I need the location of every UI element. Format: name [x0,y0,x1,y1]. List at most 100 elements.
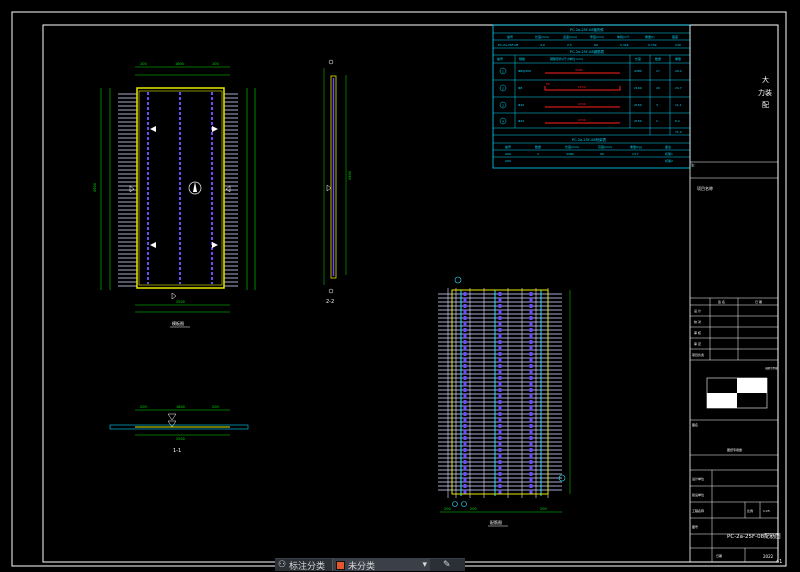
svg-text:桁架2: 桁架2 [665,158,673,163]
svg-text:4380: 4380 [566,152,574,156]
svg-text:200: 200 [212,62,219,66]
svg-text:Φ12: Φ12 [518,119,524,123]
svg-text:备注: 备注 [665,144,671,149]
title-block[interactable]: 大 力装 配 注： 项目名称 签 名 日 期 设 计 校 对 审 核 审 定 项… [689,25,781,562]
svg-text:重量(kg): 重量(kg) [630,144,642,149]
svg-text:6.2: 6.2 [675,119,680,123]
svg-text:日期: 日期 [716,553,722,558]
svg-text:长度(mm): 长度(mm) [535,34,549,39]
section-1-1-view[interactable]: 200 1800 200 2500 1-1 [109,405,249,454]
svg-text:1:25: 1:25 [763,509,770,513]
svg-text:0.326: 0.326 [620,43,629,47]
svg-text:比例: 比例 [747,508,753,513]
svg-text:11.1: 11.1 [675,103,682,107]
svg-text:Φ8: Φ8 [518,86,522,90]
svg-text:71.4: 71.4 [675,130,682,134]
svg-text:设 计: 设 计 [694,308,701,313]
svg-text:2.5: 2.5 [567,43,572,47]
layer-dropdown[interactable]: 未分类 ▾ [331,559,430,572]
plan-view[interactable]: 200 1800 200 4900 2500 模板图 [93,62,256,328]
section-1-1-caption: 1-1 [173,448,181,454]
rebar-table-title: PC-2a-25F-08钢筋表 [570,49,605,54]
svg-text:A90: A90 [505,152,511,156]
page-number: 41 [776,559,782,565]
svg-text:3: 3 [656,103,658,107]
svg-text:200: 200 [470,507,477,511]
svg-text:宽度(mm): 宽度(mm) [563,34,577,39]
cad-drawing-canvas[interactable]: 41 200 1800 200 4900 2500 模板图 4900 2-2 2… [0,0,800,570]
svg-text:数量: 数量 [535,144,541,149]
svg-text:厚度(mm): 厚度(mm) [590,34,604,39]
edit-pen-icon[interactable]: ✎ [440,559,454,571]
rebar-view-caption: 配筋图 [490,519,502,525]
svg-text:体积(m³): 体积(m³) [617,34,629,39]
notes-label: 注： [691,162,697,167]
svg-text:强度: 强度 [672,34,678,39]
svg-text:审 定: 审 定 [694,341,701,346]
svg-text:1800: 1800 [175,62,184,66]
company-name-3: 配 [762,101,769,109]
svg-text:编号: 编号 [507,34,513,39]
svg-text:200: 200 [140,62,147,66]
svg-text:日 期: 日 期 [755,299,762,304]
svg-text:签 名: 签 名 [718,299,725,304]
svg-text:校 对: 校 对 [694,319,701,324]
svg-text:17: 17 [656,69,660,73]
svg-text:图名: 图名 [692,422,698,427]
svg-text:3: 3 [502,104,504,108]
svg-text:29: 29 [656,86,660,90]
svg-text:项目负责: 项目负责 [692,352,704,357]
drawing-code: PC-2a-25F-08配筋图 [727,532,781,540]
svg-text:Φ8@200: Φ8@200 [518,69,531,73]
section-2-2-caption: 2-2 [326,299,334,305]
svg-text:桁架1: 桁架1 [665,151,673,156]
svg-text:C30: C30 [675,43,681,47]
svg-text:2150: 2150 [634,103,642,107]
svg-text:图号: 图号 [692,524,698,529]
svg-text:长度(mm): 长度(mm) [565,144,579,149]
svg-text:编号: 编号 [505,144,511,149]
svg-text:4900: 4900 [348,171,352,180]
svg-text:65: 65 [546,82,550,86]
svg-text:数量: 数量 [655,56,661,61]
svg-text:200: 200 [540,507,547,511]
svg-text:高度(mm): 高度(mm) [598,144,612,149]
svg-text:1800: 1800 [176,405,185,409]
svg-text:规格: 规格 [519,56,525,61]
rebar-view[interactable]: 200 200 200 配筋图 [438,276,571,527]
svg-text:工程名称: 工程名称 [692,508,704,513]
svg-text:200: 200 [212,405,219,409]
svg-text:2: 2 [656,119,658,123]
svg-text:审 核: 审 核 [694,330,701,335]
section-2-2-view[interactable]: 4900 2-2 [323,59,352,305]
svg-text:设计单位: 设计单位 [692,476,704,481]
svg-text:24.7: 24.7 [675,86,682,90]
project-label: 项目名称 [697,185,713,191]
svg-text:2: 2 [502,87,504,91]
svg-text:200: 200 [444,507,451,511]
svg-text:2150: 2150 [634,119,642,123]
svg-text:2150: 2150 [578,102,586,106]
svg-text:2150: 2150 [578,85,586,89]
svg-text:2500: 2500 [176,437,185,441]
svg-text:60: 60 [594,43,598,47]
svg-text:Φ10: Φ10 [518,103,524,107]
svg-text:4380: 4380 [575,68,583,72]
plan-view-caption: 模板图 [172,320,184,326]
layer-toolbar[interactable]: ⚇ 标注分类 未分类 ▾ ✎ [275,558,465,572]
svg-text:13.7: 13.7 [632,152,639,156]
layer-color-swatch [335,560,345,570]
svg-text:2150: 2150 [578,118,586,122]
svg-text:A90: A90 [505,159,511,163]
schedule-tables[interactable]: PC-2a-25F-08板构件 编号 长度(mm) 宽度(mm) 厚度(mm) … [492,24,691,169]
svg-text:长度: 长度 [635,56,641,61]
chevron-down-icon: ▾ [422,560,427,570]
weight-table-title: PC-2a-25F-08板构件 [570,27,605,32]
svg-text:2022: 2022 [763,554,774,559]
seal-label: 出图专用章 [765,366,778,370]
svg-text:1: 1 [502,70,504,74]
people-icon: ⚇ [278,560,287,570]
annotation-category-button[interactable]: ⚇ 标注分类 [275,559,328,572]
svg-text:4.9: 4.9 [540,43,545,47]
svg-text:4: 4 [502,120,504,124]
